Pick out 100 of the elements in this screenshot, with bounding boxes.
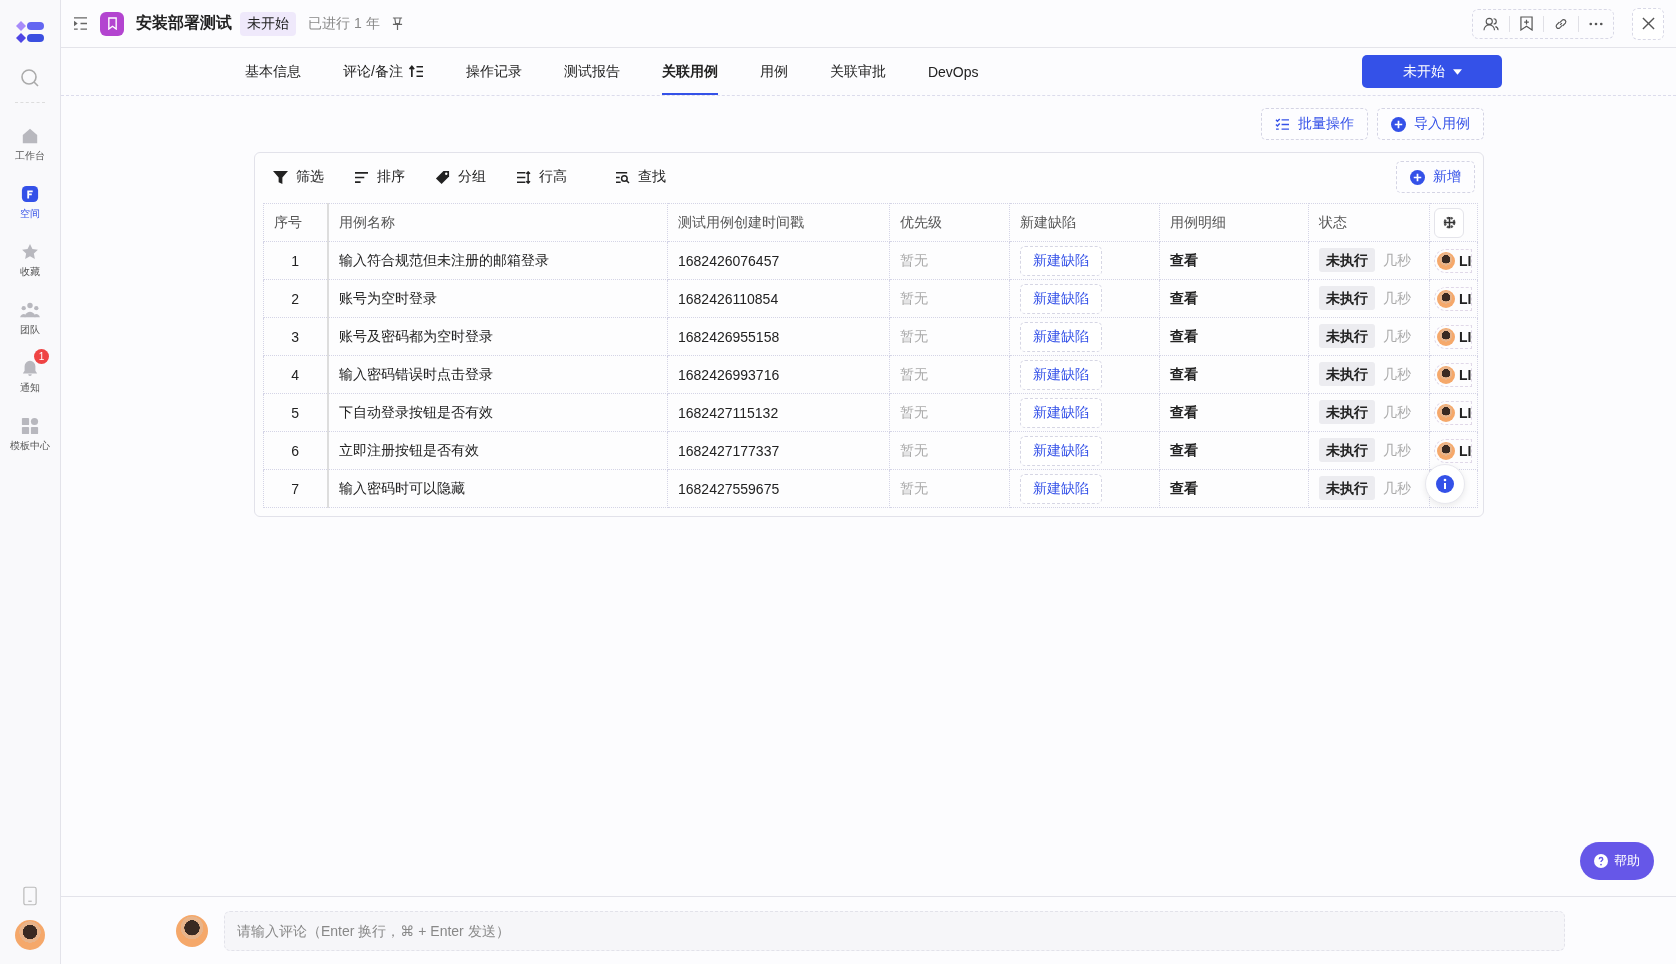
time-text: 几秒 bbox=[1383, 289, 1411, 306]
new-defect-button[interactable]: 新建缺陷 bbox=[1020, 473, 1102, 504]
table-cell: 1682427177337 bbox=[678, 442, 780, 459]
view-link[interactable]: 查看 bbox=[1170, 327, 1198, 344]
star-icon bbox=[21, 243, 39, 261]
column-header: 用例名称 bbox=[338, 213, 395, 230]
bookmark-add-icon[interactable] bbox=[1520, 16, 1533, 31]
row-number: 5 bbox=[291, 404, 300, 421]
logo-icon bbox=[15, 20, 45, 44]
view-link[interactable]: 查看 bbox=[1170, 251, 1198, 268]
view-link[interactable]: 查看 bbox=[1170, 479, 1198, 496]
table-cell: 立即注册按钮是否有效 bbox=[338, 441, 479, 458]
tab[interactable]: 测试报告 bbox=[563, 48, 620, 95]
new-defect-button[interactable]: 新建缺陷 bbox=[1020, 397, 1102, 428]
toolbar-button[interactable]: 筛选 bbox=[263, 162, 334, 192]
pin-icon[interactable] bbox=[391, 17, 403, 30]
table-cell: 暂无 bbox=[900, 365, 928, 382]
table-cell: 账号及密码都为空时登录 bbox=[338, 327, 493, 344]
time-text: 几秒 bbox=[1383, 365, 1411, 382]
column-header: 用例明细 bbox=[1170, 213, 1226, 230]
more-icon[interactable] bbox=[1589, 21, 1603, 26]
sidebar-item[interactable]: 空间 bbox=[1, 173, 59, 221]
window-title: 安装部署测试 bbox=[136, 13, 232, 33]
sidebar-item[interactable]: 工作台 bbox=[1, 115, 59, 163]
sidebar-item[interactable]: 团队 bbox=[1, 289, 59, 337]
new-defect-button[interactable]: 新建缺陷 bbox=[1020, 321, 1102, 352]
link-icon[interactable] bbox=[1554, 16, 1568, 31]
status-tag: 未执行 bbox=[1319, 323, 1375, 348]
tab[interactable]: 用例 bbox=[759, 48, 788, 95]
find-icon bbox=[615, 170, 630, 184]
status-tag: 未执行 bbox=[1319, 247, 1375, 272]
tab[interactable]: 关联审批 bbox=[829, 48, 886, 95]
user-avatar bbox=[1437, 441, 1455, 460]
column-header: 序号 bbox=[274, 213, 302, 230]
status-dropdown[interactable]: 未开始 bbox=[1362, 55, 1502, 88]
checklist-icon bbox=[1275, 117, 1290, 131]
table-cell: 下自动登录按钮是否有效 bbox=[338, 403, 493, 420]
executor-name: LI bbox=[1459, 404, 1472, 421]
time-text: 几秒 bbox=[1383, 403, 1411, 420]
table-cell: 暂无 bbox=[900, 289, 928, 306]
table-cell: 输入密码时可以隐藏 bbox=[338, 479, 465, 496]
users-icon[interactable] bbox=[1483, 16, 1499, 31]
column-header: 测试用例创建时间戳 bbox=[678, 213, 804, 230]
help-icon bbox=[1594, 854, 1608, 868]
tab[interactable]: 操作记录 bbox=[465, 48, 522, 95]
row-number: 4 bbox=[291, 366, 300, 383]
info-icon bbox=[1436, 475, 1454, 493]
sort-icon[interactable] bbox=[408, 65, 424, 78]
new-defect-button[interactable]: 新建缺陷 bbox=[1020, 359, 1102, 390]
tab[interactable]: 关联用例 bbox=[661, 48, 718, 95]
filter-icon bbox=[273, 169, 288, 185]
action-button[interactable]: 导入用例 bbox=[1377, 108, 1484, 140]
add-button[interactable]: 新增 bbox=[1396, 161, 1475, 193]
settings-button[interactable] bbox=[1434, 207, 1464, 238]
toolbar-button[interactable]: 行高 bbox=[506, 162, 577, 192]
sidebar-item[interactable]: 1 通知 bbox=[1, 347, 59, 395]
column-header: 优先级 bbox=[900, 213, 942, 230]
table-cell: 1682427115132 bbox=[678, 404, 779, 421]
toolbar-button[interactable]: 查找 bbox=[605, 162, 676, 192]
grid-icon bbox=[21, 417, 39, 435]
new-defect-button[interactable]: 新建缺陷 bbox=[1020, 283, 1102, 314]
user-avatar[interactable] bbox=[15, 920, 45, 950]
info-button[interactable] bbox=[1425, 464, 1465, 504]
view-link[interactable]: 查看 bbox=[1170, 403, 1198, 420]
toolbar-button[interactable]: 分组 bbox=[425, 162, 496, 192]
toolbar-button[interactable]: 排序 bbox=[344, 162, 415, 192]
action-button[interactable]: 批量操作 bbox=[1261, 108, 1368, 140]
table-cell: 暂无 bbox=[900, 403, 928, 420]
executor-name: LI bbox=[1459, 328, 1472, 345]
close-button[interactable] bbox=[1632, 7, 1664, 40]
space-icon bbox=[21, 185, 39, 203]
table-cell: 输入符合规范但未注册的邮箱登录 bbox=[338, 251, 549, 268]
table-cell: 暂无 bbox=[900, 479, 928, 496]
tab[interactable]: 基本信息 bbox=[245, 48, 301, 95]
table-cell: 1682426993716 bbox=[678, 366, 780, 383]
tab[interactable]: 评论/备注 bbox=[343, 48, 424, 95]
sidebar-item[interactable]: 模板中心 bbox=[1, 405, 59, 453]
new-defect-button[interactable]: 新建缺陷 bbox=[1020, 245, 1102, 276]
new-defect-button[interactable]: 新建缺陷 bbox=[1020, 435, 1102, 466]
status-badge: 未开始 bbox=[240, 11, 296, 36]
status-tag: 未执行 bbox=[1319, 437, 1375, 462]
table-cell: 账号为空时登录 bbox=[338, 289, 437, 306]
row-number: 7 bbox=[291, 480, 300, 497]
help-button[interactable]: 帮助 bbox=[1580, 842, 1654, 880]
settings-icon bbox=[1441, 215, 1457, 230]
house-icon bbox=[21, 127, 39, 145]
view-link[interactable]: 查看 bbox=[1170, 289, 1198, 306]
tab[interactable]: DevOps bbox=[927, 48, 979, 95]
user-avatar bbox=[1437, 289, 1455, 308]
executor-name: LI bbox=[1459, 290, 1472, 307]
sidebar-item[interactable]: 收藏 bbox=[1, 231, 59, 279]
executor-name: LI bbox=[1459, 366, 1472, 383]
row-number: 1 bbox=[291, 252, 300, 269]
collapse-icon[interactable] bbox=[73, 17, 88, 30]
comment-input[interactable]: 请输入评论（Enter 换行，⌘ + Enter 发送） bbox=[224, 910, 1565, 951]
view-link[interactable]: 查看 bbox=[1170, 365, 1198, 382]
table-cell: 1682426955158 bbox=[678, 328, 780, 345]
notification-badge: 1 bbox=[34, 349, 49, 364]
bell-icon bbox=[21, 359, 39, 377]
view-link[interactable]: 查看 bbox=[1170, 441, 1198, 458]
